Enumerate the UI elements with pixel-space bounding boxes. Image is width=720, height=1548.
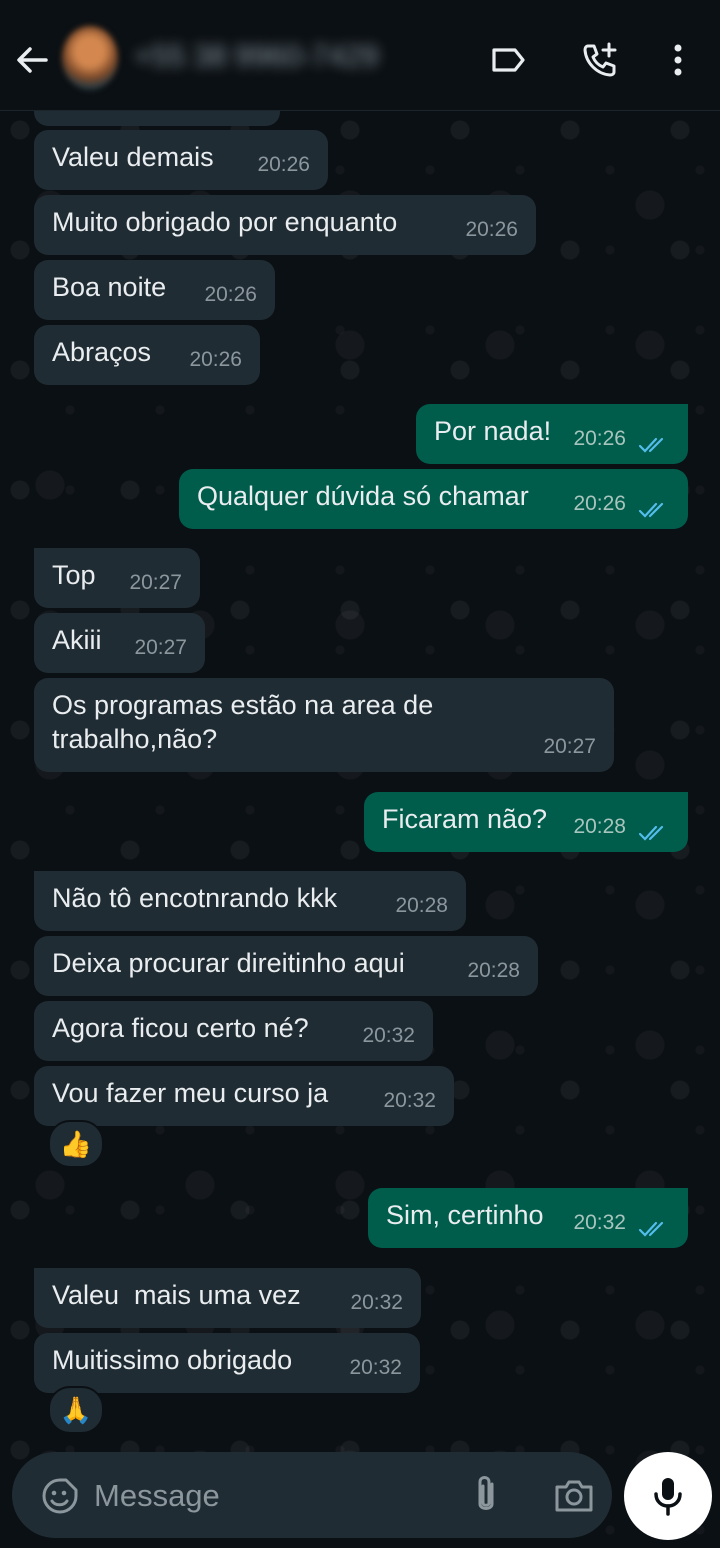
message-bubble-incoming[interactable]: Agora ficou certo né? 20:32 xyxy=(34,1001,433,1061)
message-input[interactable] xyxy=(92,1472,426,1520)
message-text: Qualquer dúvida só chamar xyxy=(197,481,529,511)
message-time: 20:27 xyxy=(129,571,182,594)
message-text: Muitissimo obrigado xyxy=(52,1345,293,1375)
message-text-line: trabalho,não? xyxy=(52,724,218,754)
message-text: Valeu demais xyxy=(52,142,214,172)
message-time: 20:26 xyxy=(465,218,518,241)
contact-avatar[interactable] xyxy=(62,26,118,90)
microphone-icon xyxy=(654,1478,682,1516)
message-bubble-incoming[interactable]: Os programas estão na area de trabalho,n… xyxy=(34,678,614,772)
message-time: 20:26 xyxy=(257,153,310,176)
message-bubble-incoming[interactable]: Muitissimo obrigado 20:32 xyxy=(34,1333,420,1393)
message-time: 20:32 xyxy=(383,1089,436,1112)
message-time: 20:26 xyxy=(204,283,257,306)
paperclip-icon[interactable] xyxy=(468,1474,504,1516)
message-text: Não tô encotnrando kkk xyxy=(52,883,338,913)
contact-name[interactable]: +55 38 9960-7429 xyxy=(134,40,404,78)
message-text: Sim, certinho xyxy=(386,1200,544,1230)
message-text: Agora ficou certo né? xyxy=(52,1013,309,1043)
emoji-icon[interactable] xyxy=(40,1476,80,1516)
message-text: Top xyxy=(52,560,96,590)
add-call-icon[interactable] xyxy=(580,40,620,80)
message-bubble-incoming[interactable]: Não tô encotnrando kkk 20:28 xyxy=(34,871,466,931)
camera-icon[interactable] xyxy=(552,1476,596,1516)
message-bubble-outgoing[interactable]: Por nada! 20:26 xyxy=(416,404,688,464)
message-composer xyxy=(12,1452,612,1538)
message-time: 20:32 xyxy=(573,1211,626,1234)
label-icon[interactable] xyxy=(488,40,528,80)
message-bubble-incoming[interactable]: Valeu demais 20:26 xyxy=(34,130,328,190)
more-vert-icon[interactable] xyxy=(660,40,700,80)
message-text: Boa noite xyxy=(52,272,167,302)
read-receipt-icon xyxy=(638,437,664,453)
message-time: 20:32 xyxy=(350,1291,403,1314)
message-bubble-incoming[interactable]: Valeu mais uma vez 20:32 xyxy=(34,1268,421,1328)
folded-hands-reaction-icon[interactable]: 🙏 xyxy=(48,1386,104,1434)
message-text: Deixa procurar direitinho aqui xyxy=(52,948,405,978)
message-text: Ficaram não? xyxy=(382,804,548,834)
read-receipt-icon xyxy=(638,825,664,841)
message-time: 20:32 xyxy=(349,1356,402,1379)
message-time: 20:27 xyxy=(543,735,596,758)
microphone-button[interactable] xyxy=(624,1452,712,1540)
chat-header: +55 38 9960-7429 xyxy=(0,0,720,111)
message-bubble-outgoing[interactable]: Qualquer dúvida só chamar 20:26 xyxy=(179,469,688,529)
message-time: 20:28 xyxy=(467,959,520,982)
read-receipt-icon xyxy=(638,502,664,518)
arrow-left-icon[interactable] xyxy=(12,40,52,80)
message-bubble-incoming[interactable]: Boa noite 20:26 xyxy=(34,260,275,320)
message-bubble-incoming[interactable]: Vou fazer meu curso ja 20:32 xyxy=(34,1066,454,1126)
message-time: 20:27 xyxy=(134,636,187,659)
message-time: 20:32 xyxy=(362,1024,415,1047)
message-text: Por nada! xyxy=(434,416,552,446)
message-bubble-incoming[interactable]: Abraços 20:26 xyxy=(34,325,260,385)
message-text: Abraços xyxy=(52,337,152,367)
message-bubble-incoming[interactable]: Muito obrigado por enquanto 20:26 xyxy=(34,195,536,255)
message-bubble-incoming[interactable]: Top 20:27 xyxy=(34,548,200,608)
message-text: Vou fazer meu curso ja xyxy=(52,1078,329,1108)
message-time: 20:26 xyxy=(573,492,626,515)
message-bubble-incoming[interactable]: Deixa procurar direitinho aqui 20:28 xyxy=(34,936,538,996)
thumbs-up-reaction-icon[interactable]: 👍 xyxy=(48,1120,104,1168)
message-bubble-outgoing[interactable]: Sim, certinho 20:32 xyxy=(368,1188,688,1248)
message-text: Akiii xyxy=(52,625,102,655)
message-time: 20:26 xyxy=(573,427,626,450)
message-text-line: Os programas estão na area de xyxy=(52,690,434,720)
message-time: 20:28 xyxy=(573,815,626,838)
message-time: 20:26 xyxy=(189,348,242,371)
message-text: Valeu mais uma vez xyxy=(52,1280,301,1310)
message-bubble-outgoing[interactable]: Ficaram não? 20:28 xyxy=(364,792,688,852)
read-receipt-icon xyxy=(638,1221,664,1237)
message-bubble-incoming[interactable]: Akiii 20:27 xyxy=(34,613,205,673)
message-time: 20:28 xyxy=(395,894,448,917)
message-text: Muito obrigado por enquanto xyxy=(52,207,398,237)
